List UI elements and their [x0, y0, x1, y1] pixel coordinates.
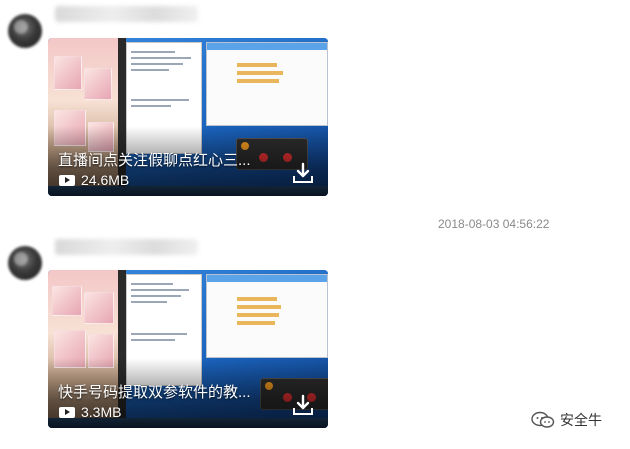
message-timestamp: 2018-08-03 04:56:22: [438, 217, 550, 231]
play-icon: [59, 174, 75, 186]
wechat-logo-icon: [531, 411, 555, 428]
video-message-card[interactable]: 直播间点关注假聊点红心三... 24.6MB: [48, 38, 328, 196]
download-icon[interactable]: [292, 394, 314, 416]
app-window: [206, 42, 328, 126]
file-size: 3.3MB: [81, 404, 122, 420]
watermark: 安全牛: [531, 411, 602, 429]
download-icon[interactable]: [292, 162, 314, 184]
sender-avatar[interactable]: [8, 246, 42, 280]
app-window: [206, 274, 328, 358]
play-icon: [59, 406, 75, 418]
sender-name-blurred: [55, 239, 198, 255]
video-message-card[interactable]: 快手号码提取双参软件的教... 3.3MB: [48, 270, 328, 428]
watermark-text: 安全牛: [560, 412, 602, 428]
sender-name-blurred: [55, 6, 198, 22]
video-title: 直播间点关注假聊点红心三...: [58, 152, 251, 169]
file-size: 24.6MB: [81, 172, 130, 188]
sender-avatar[interactable]: [8, 14, 42, 48]
video-title: 快手号码提取双参软件的教...: [58, 384, 251, 401]
